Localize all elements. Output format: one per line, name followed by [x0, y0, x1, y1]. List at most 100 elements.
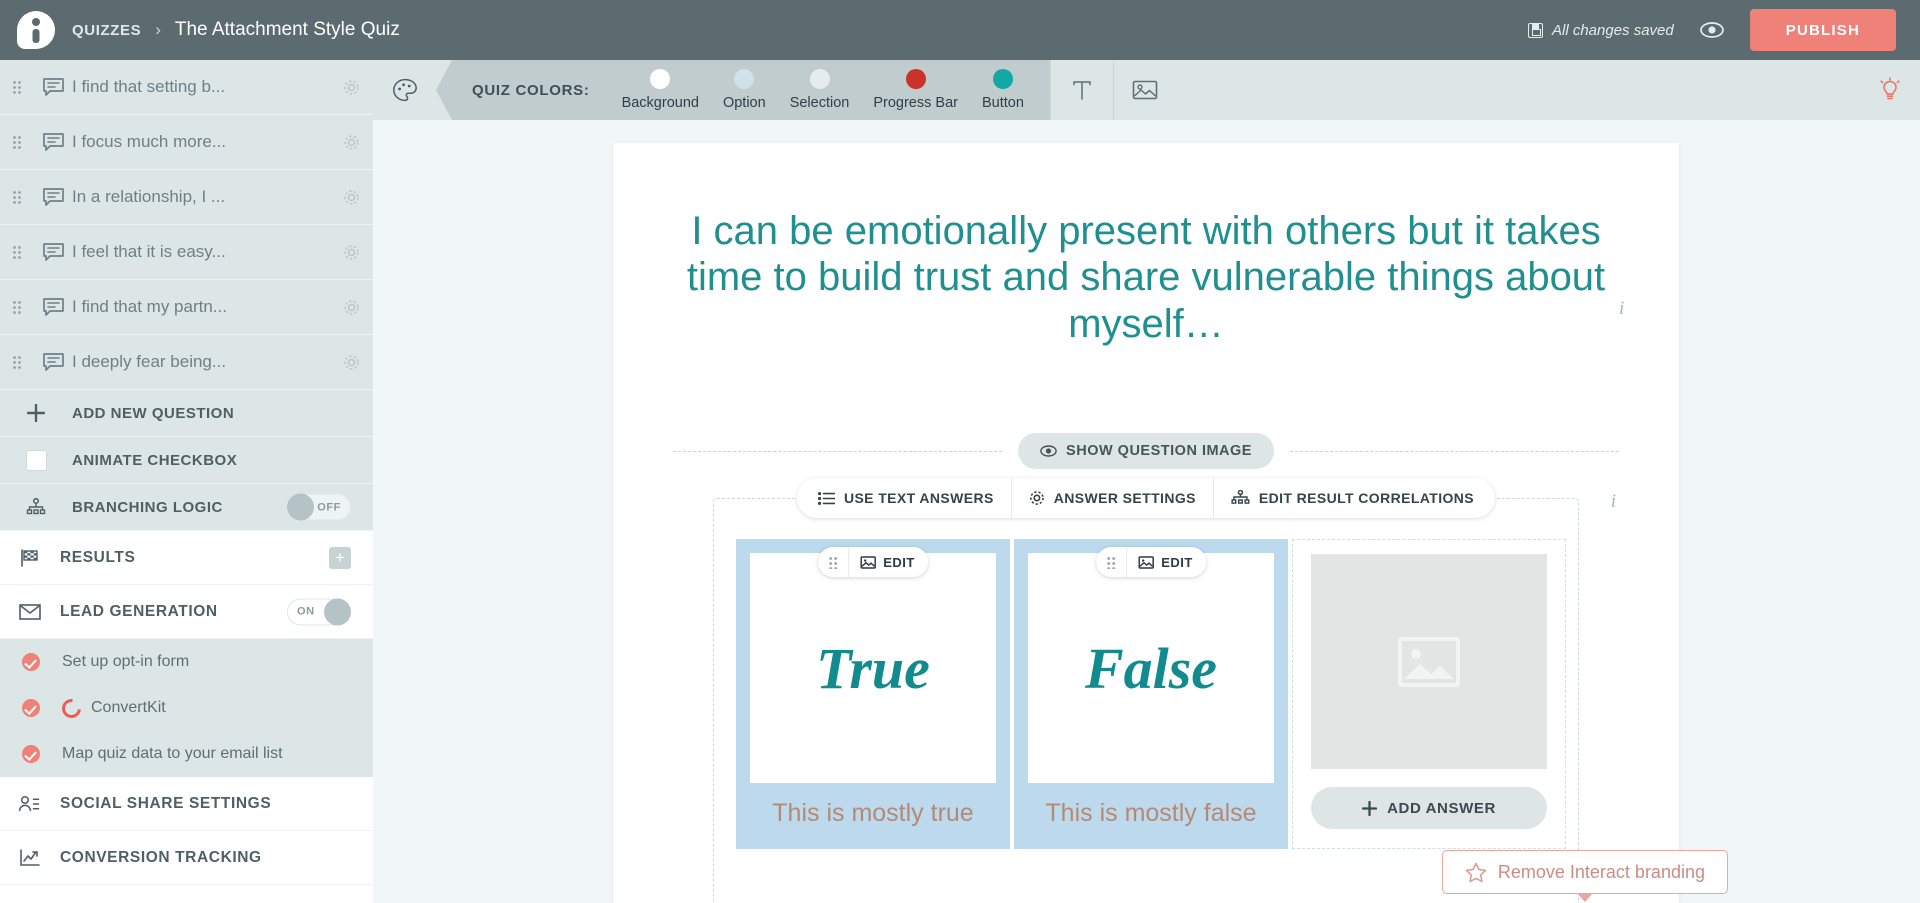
envelope-icon: [0, 604, 60, 620]
palette-icon[interactable]: [373, 60, 436, 120]
hierarchy-icon: [0, 498, 72, 516]
branching-logic-label: BRANCHING LOGIC: [72, 499, 223, 516]
sidebar-item-results[interactable]: RESULTS +: [0, 531, 373, 585]
color-swatch-selection[interactable]: Selection: [790, 69, 850, 111]
people-icon: [0, 795, 60, 813]
drag-handle-icon[interactable]: [0, 245, 34, 260]
sidebar-item-lead-generation[interactable]: LEAD GENERATION ON: [0, 585, 373, 639]
answer-card[interactable]: EDIT True This is mostly true: [736, 539, 1010, 849]
question-label: In a relationship, I ...: [72, 187, 329, 207]
sidebar-question-row[interactable]: I find that setting b...: [0, 60, 373, 115]
remove-branding-label: Remove Interact branding: [1498, 862, 1705, 883]
question-bubble-icon: [34, 78, 72, 97]
answer-caption[interactable]: This is mostly false: [1045, 799, 1256, 828]
completed-check-icon: [0, 699, 62, 717]
question-settings-gear-icon[interactable]: [329, 79, 373, 96]
sidebar-item-conversion-tracking[interactable]: CONVERSION TRACKING: [0, 831, 373, 885]
publish-button[interactable]: PUBLISH: [1750, 9, 1896, 51]
eye-icon: [1040, 445, 1057, 457]
hierarchy-icon: [1231, 490, 1250, 506]
animate-checkbox-input[interactable]: [0, 450, 72, 471]
answer-caption[interactable]: This is mostly true: [772, 799, 973, 828]
answers-panel: i USE TEXT ANSWERS ANSWER SETTINGS EDIT …: [713, 498, 1579, 903]
drag-handle-icon[interactable]: [0, 355, 34, 370]
lead-gen-step-label: ConvertKit: [91, 699, 166, 717]
preview-eye-icon[interactable]: [1700, 22, 1724, 38]
answer-image-word: False: [1085, 635, 1217, 702]
lead-gen-step-label: Set up opt-in form: [62, 653, 189, 671]
answer-image[interactable]: True: [750, 553, 996, 783]
question-info-icon[interactable]: i: [1619, 298, 1624, 320]
question-bubble-icon: [34, 188, 72, 207]
interact-logo-icon: [17, 11, 55, 49]
sidebar-question-row[interactable]: I focus much more...: [0, 115, 373, 170]
color-swatch-option[interactable]: Option: [723, 69, 766, 111]
show-question-image-row: SHOW QUESTION IMAGE: [673, 433, 1619, 469]
drag-handle-icon[interactable]: [0, 300, 34, 315]
question-settings-gear-icon[interactable]: [329, 354, 373, 371]
sidebar-item-social-share-settings[interactable]: SOCIAL SHARE SETTINGS: [0, 777, 373, 831]
show-question-image-button[interactable]: SHOW QUESTION IMAGE: [1018, 433, 1274, 469]
branching-logic-row[interactable]: BRANCHING LOGIC OFF: [0, 484, 373, 531]
drag-handle-icon[interactable]: [0, 80, 34, 95]
breadcrumb-quizzes-link[interactable]: QUIZZES: [72, 22, 141, 39]
add-answer-card[interactable]: ADD ANSWER: [1292, 539, 1566, 849]
question-settings-gear-icon[interactable]: [329, 134, 373, 151]
swatch-label: Background: [622, 95, 699, 111]
add-result-button[interactable]: +: [329, 547, 351, 569]
completed-check-icon: [0, 653, 62, 671]
answer-image[interactable]: False: [1028, 553, 1274, 783]
lead-generation-label: LEAD GENERATION: [60, 603, 218, 621]
question-heading[interactable]: I can be emotionally present with others…: [675, 208, 1617, 347]
lead-gen-step-map-quiz-data[interactable]: Map quiz data to your email list: [0, 731, 373, 777]
answer-card[interactable]: EDIT False This is mostly false: [1014, 539, 1288, 849]
results-label: RESULTS: [60, 549, 135, 567]
app-logo[interactable]: [0, 11, 72, 49]
tab-edit-result-correlations[interactable]: EDIT RESULT CORRELATIONS: [1213, 478, 1491, 518]
edit-answer-image-button[interactable]: EDIT: [848, 547, 928, 577]
question-settings-gear-icon[interactable]: [329, 299, 373, 316]
edit-answer-image-button[interactable]: EDIT: [1126, 547, 1206, 577]
plus-icon: [0, 404, 72, 422]
save-status: All changes saved: [1528, 22, 1674, 39]
drag-handle-icon[interactable]: [818, 556, 848, 569]
breadcrumb-separator-icon: ›: [155, 20, 161, 40]
sidebar-question-row[interactable]: I deeply fear being...: [0, 335, 373, 390]
sidebar-question-row[interactable]: In a relationship, I ...: [0, 170, 373, 225]
add-answer-button[interactable]: ADD ANSWER: [1311, 787, 1547, 829]
color-swatch-background[interactable]: Background: [622, 69, 699, 111]
question-label: I feel that it is easy...: [72, 242, 329, 262]
answers-info-icon[interactable]: i: [1611, 491, 1616, 513]
color-swatch-progress-bar[interactable]: Progress Bar: [873, 69, 958, 111]
divider-left: [673, 451, 1002, 452]
color-swatch-button[interactable]: Button: [982, 69, 1024, 111]
page-title: The Attachment Style Quiz: [175, 19, 400, 41]
help-lightbulb-button[interactable]: [1860, 60, 1920, 120]
text-tool-button[interactable]: [1050, 60, 1113, 120]
lead-gen-step-label: Map quiz data to your email list: [62, 745, 283, 763]
animate-checkbox-row[interactable]: ANIMATE CHECKBOX: [0, 437, 373, 484]
question-settings-gear-icon[interactable]: [329, 244, 373, 261]
remove-branding-button[interactable]: Remove Interact branding: [1442, 850, 1728, 894]
header-actions: All changes saved PUBLISH: [1528, 9, 1920, 51]
sidebar-question-row[interactable]: I find that my partn...: [0, 280, 373, 335]
tab-use-text-answers[interactable]: USE TEXT ANSWERS: [801, 478, 1011, 518]
branching-logic-toggle[interactable]: OFF: [287, 494, 351, 521]
edit-label: EDIT: [883, 555, 915, 570]
lead-generation-toggle[interactable]: ON: [287, 598, 351, 625]
gear-icon: [1029, 490, 1045, 506]
tab-answer-settings[interactable]: ANSWER SETTINGS: [1011, 478, 1213, 518]
drag-handle-icon[interactable]: [0, 190, 34, 205]
swatch-label: Button: [982, 95, 1024, 111]
tab-label: EDIT RESULT CORRELATIONS: [1259, 490, 1474, 506]
drag-handle-icon[interactable]: [1096, 556, 1126, 569]
drag-handle-icon[interactable]: [0, 135, 34, 150]
lead-gen-step-optin-form[interactable]: Set up opt-in form: [0, 639, 373, 685]
image-tool-button[interactable]: [1113, 60, 1176, 120]
sidebar-question-row[interactable]: I feel that it is easy...: [0, 225, 373, 280]
lead-gen-step-convertkit[interactable]: ConvertKit: [0, 685, 373, 731]
answer-image-word: True: [816, 635, 930, 702]
add-new-question-button[interactable]: ADD NEW QUESTION: [0, 390, 373, 437]
question-settings-gear-icon[interactable]: [329, 189, 373, 206]
swatch-dot: [993, 69, 1013, 89]
